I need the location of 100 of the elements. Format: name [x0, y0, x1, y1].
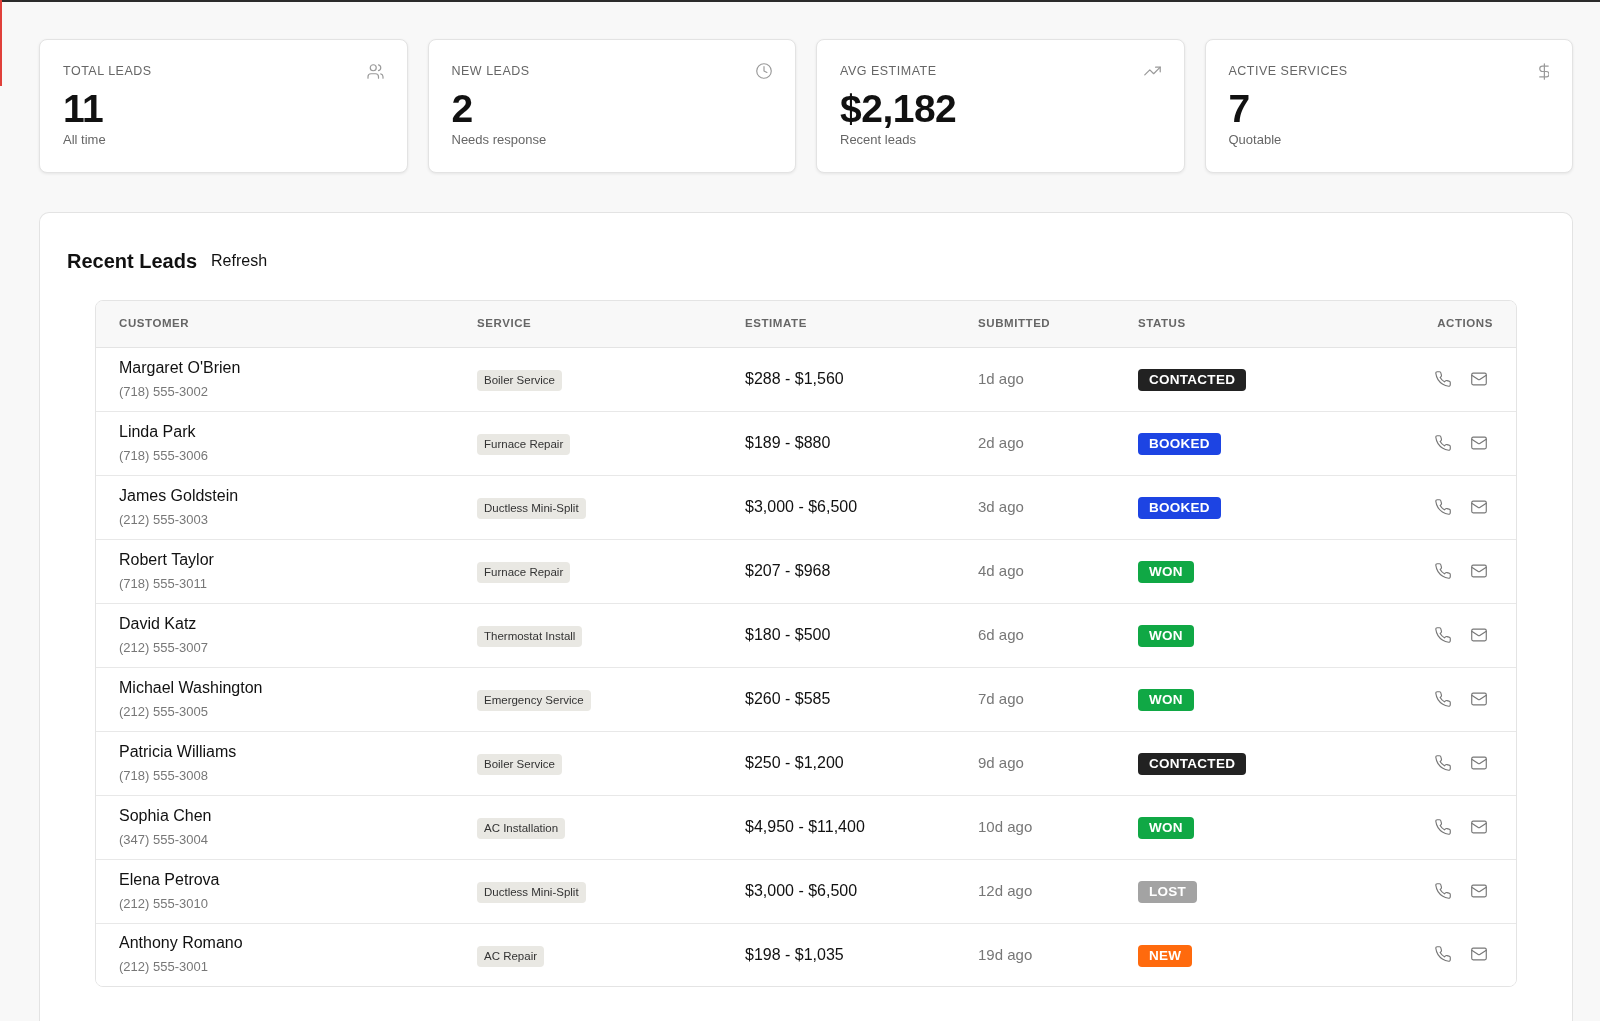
- customer-phone: (347) 555-3004: [119, 830, 209, 849]
- customer-phone: (212) 555-3007: [119, 638, 209, 657]
- submitted-time: 12d ago: [978, 882, 1033, 899]
- status-badge: WON: [1138, 817, 1194, 839]
- mail-icon: [1471, 563, 1487, 578]
- stat-label: NEW LEADS: [451, 63, 530, 79]
- people-icon: [366, 63, 384, 79]
- dollar-icon: [1539, 62, 1549, 80]
- customer-phone: (718) 555-3002: [119, 382, 209, 401]
- customer-phone: (718) 555-3008: [119, 766, 209, 785]
- customer-name: Margaret O'Brien: [119, 357, 242, 378]
- mail-icon: [1471, 883, 1487, 898]
- status-badge: BOOKED: [1138, 433, 1221, 455]
- column-header: ACTIONS: [1315, 301, 1516, 347]
- submitted-time: 7d ago: [978, 690, 1024, 707]
- clock-icon: [756, 63, 772, 79]
- customer-name: Robert Taylor: [119, 549, 215, 570]
- column-header: STATUS: [1115, 301, 1315, 347]
- customer-phone: (718) 555-3006: [119, 446, 209, 465]
- service-tag: Ductless Mini-Split: [477, 882, 586, 903]
- service-tag: AC Repair: [477, 945, 545, 967]
- service-tag: Boiler Service: [477, 754, 562, 775]
- mail-icon: [1471, 755, 1487, 770]
- mail-icon: [1471, 499, 1487, 514]
- status-badge: LOST: [1138, 881, 1198, 903]
- stat-value: 11: [63, 87, 105, 130]
- estimate-range: $250 - $1,200: [745, 754, 844, 771]
- service-tag: Ductless Mini-Split: [477, 498, 586, 519]
- customer-name: Anthony Romano: [119, 933, 244, 954]
- phone-icon: [1435, 370, 1451, 387]
- status-badge: WON: [1138, 561, 1194, 583]
- mail-icon: [1471, 947, 1487, 962]
- phone-icon: [1435, 882, 1451, 899]
- mail-icon: [1471, 819, 1487, 834]
- phone-icon: [1435, 434, 1451, 451]
- submitted-time: 9d ago: [978, 754, 1024, 771]
- mail-icon: [1471, 371, 1487, 386]
- stat-caption: Recent leads: [840, 131, 917, 149]
- refresh-button[interactable]: Refresh: [211, 250, 268, 272]
- customer-name: Patricia Williams: [119, 741, 238, 762]
- estimate-range: $3,000 - $6,500: [745, 498, 858, 515]
- panel-title: Recent Leads: [67, 249, 198, 273]
- submitted-time: 4d ago: [978, 562, 1024, 579]
- customer-phone: (212) 555-3010: [119, 894, 209, 913]
- submitted-time: 1d ago: [978, 370, 1024, 387]
- customer-name: Michael Washington: [119, 677, 264, 698]
- estimate-range: $207 - $968: [745, 562, 831, 579]
- customer-name: David Katz: [119, 613, 198, 634]
- phone-icon: [1435, 626, 1451, 643]
- phone-icon: [1435, 946, 1451, 963]
- status-badge: NEW: [1138, 944, 1193, 967]
- submitted-time: 2d ago: [978, 434, 1024, 451]
- service-tag: Furnace Repair: [477, 434, 571, 455]
- column-header: ESTIMATE: [722, 301, 955, 347]
- phone-icon: [1435, 754, 1451, 771]
- status-badge: WON: [1138, 625, 1194, 647]
- stat-label: ACTIVE SERVICES: [1228, 63, 1348, 79]
- trend-up-icon: [1143, 66, 1161, 76]
- status-badge: CONTACTED: [1138, 369, 1247, 391]
- estimate-range: $189 - $880: [745, 434, 831, 451]
- phone-icon: [1435, 498, 1451, 515]
- service-tag: Emergency Service: [477, 690, 591, 711]
- customer-phone: (718) 555-3011: [119, 574, 208, 593]
- service-tag: Thermostat Install: [477, 626, 583, 647]
- mail-icon: [1471, 435, 1487, 450]
- phone-icon: [1435, 818, 1451, 835]
- submitted-time: 10d ago: [978, 818, 1033, 835]
- customer-name: James Goldstein: [119, 485, 240, 506]
- column-header: CUSTOMER: [96, 301, 454, 347]
- stat-caption: Quotable: [1228, 131, 1283, 149]
- submitted-time: 19d ago: [978, 945, 1033, 963]
- mail-icon: [1471, 691, 1487, 706]
- estimate-range: $4,950 - $11,400: [745, 818, 865, 835]
- customer-phone: (212) 555-3001: [119, 958, 209, 977]
- customer-phone: (212) 555-3003: [119, 510, 209, 529]
- estimate-range: $198 - $1,035: [745, 945, 844, 963]
- stat-value: 7: [1228, 87, 1251, 130]
- stat-caption: Needs response: [451, 131, 548, 149]
- estimate-range: $3,000 - $6,500: [745, 882, 858, 899]
- column-header: SUBMITTED: [955, 301, 1115, 347]
- estimate-range: $288 - $1,560: [745, 370, 844, 387]
- mail-icon: [1471, 627, 1487, 642]
- stat-value: 2: [451, 87, 474, 130]
- submitted-time: 6d ago: [978, 626, 1024, 643]
- customer-name: Sophia Chen: [119, 805, 213, 826]
- submitted-time: 3d ago: [978, 498, 1024, 515]
- service-tag: Furnace Repair: [477, 562, 571, 583]
- service-tag: AC Installation: [477, 818, 566, 839]
- stat-label: AVG ESTIMATE: [840, 63, 937, 79]
- phone-icon: [1435, 690, 1451, 707]
- customer-name: Elena Petrova: [119, 869, 221, 890]
- service-tag: Boiler Service: [477, 370, 562, 391]
- status-badge: BOOKED: [1138, 497, 1221, 519]
- column-header: SERVICE: [454, 301, 722, 347]
- status-badge: CONTACTED: [1138, 753, 1247, 775]
- stat-value: $2,182: [840, 87, 958, 130]
- customer-name: Linda Park: [119, 421, 197, 442]
- estimate-range: $180 - $500: [745, 626, 831, 643]
- stat-label: TOTAL LEADS: [63, 63, 152, 79]
- stat-caption: All time: [63, 131, 107, 149]
